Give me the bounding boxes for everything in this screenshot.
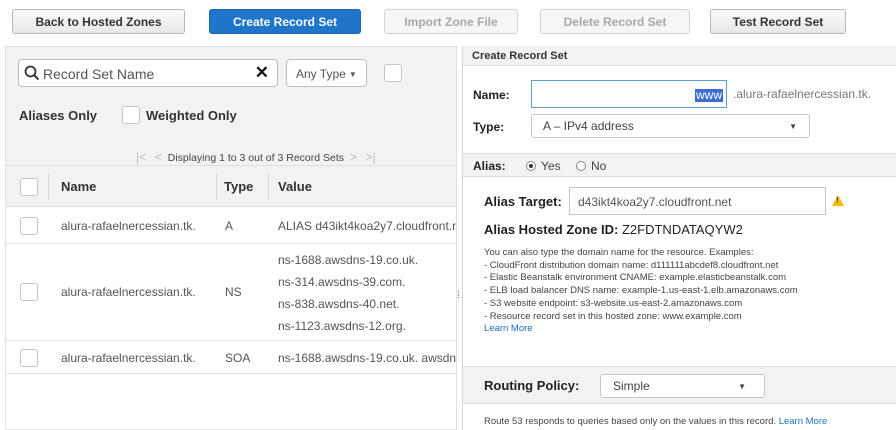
toolbar: Back to Hosted Zones Create Record Set I… [0,0,896,42]
row-value-line: ns-838.awsdns-40.net. [278,297,400,311]
alias-no-radio[interactable] [576,161,586,171]
hosted-zone-label: Alias Hosted Zone ID: [484,222,619,237]
column-divider [48,174,49,200]
hosted-zone-value: Z2FDTNDATAQYW2 [621,222,743,237]
row-value: ns-1688.awsdns-19.co.uk. ns-314.awsdns-3… [278,249,418,337]
name-field[interactable]: www [531,80,727,108]
select-all-checkbox[interactable] [20,178,38,196]
alias-bar: Alias: Yes No [463,153,896,177]
routing-note-text: Route 53 responds to queries based only … [484,416,777,427]
search-input[interactable]: Record Set Name [43,66,154,82]
row-value: ALIAS d43ikt4koa2y7.cloudfront.net [278,219,457,233]
record-type-value: Any Type [296,67,346,81]
table-row[interactable]: alura-rafaelnercessian.tk. NS ns-1688.aw… [6,244,456,341]
panel-splitter-handle[interactable]: ⁞ [457,290,460,301]
record-type-select[interactable]: Any Type ▼ [286,59,367,87]
row-value: ns-1688.awsdns-19.co.uk. awsdns-hostmast… [278,351,457,365]
name-label: Name: [473,88,510,102]
row-value-line: ns-1123.awsdns-12.org. [278,319,406,333]
type-label: Type: [473,120,505,134]
help-line: You can also type the domain name for th… [484,247,754,258]
import-zone-file-button[interactable]: Import Zone File [384,9,518,34]
help-line: - ELB load balancer DNS name: example-1.… [484,285,798,297]
panel-title: Create Record Set [472,50,568,62]
routing-note: Route 53 responds to queries based only … [484,416,827,427]
row-type: NS [225,285,242,299]
help-line: - Resource record set in this hosted zon… [484,310,742,322]
column-header-name[interactable]: Name [61,179,96,194]
filter-area: Record Set Name ✕ Any Type ▼ Aliases Only… [6,47,456,165]
create-record-set-panel: Create Record Set Name: www .alura-rafae… [462,46,896,430]
routing-policy-bar: Routing Policy: Simple ▼ [463,366,896,404]
weighted-only-label: Weighted Only [146,108,237,123]
chevron-down-icon: ▼ [348,70,357,79]
chevron-down-icon: ▼ [738,382,746,391]
prev-page-icon[interactable]: < [155,150,162,164]
alias-target-value: d43ikt4koa2y7.cloudfront.net [578,195,732,209]
pager-text: Displaying 1 to 3 out of 3 Record Sets [167,152,345,164]
hosted-zone-id: Alias Hosted Zone ID: Z2FDTNDATAQYW2 [484,222,743,237]
filter-extra-checkbox[interactable] [384,64,402,82]
row-checkbox[interactable] [20,349,38,367]
create-record-set-button[interactable]: Create Record Set [209,9,361,34]
row-type: SOA [225,351,251,365]
record-sets-panel: Record Set Name ✕ Any Type ▼ Aliases Only… [5,46,457,430]
column-divider [268,174,269,200]
table-header: Name Type Value [6,165,456,207]
row-value-line: ns-314.awsdns-39.com. [278,275,406,289]
domain-suffix: .alura-rafaelnercessian.tk. [733,87,872,101]
alias-target-label: Alias Target: [484,194,562,209]
help-line: - CloudFront distribution domain name: d… [484,259,779,271]
clear-search-icon[interactable]: ✕ [255,63,269,83]
table-row[interactable]: alura-rafaelnercessian.tk. SOA ns-1688.a… [6,341,457,374]
help-line: - Elastic Beanstalk environment CNAME: e… [484,272,787,284]
column-header-value[interactable]: Value [278,179,312,194]
table-row[interactable]: alura-rafaelnercessian.tk. A ALIAS d43ik… [6,207,457,244]
column-header-type[interactable]: Type [224,179,253,194]
column-divider [216,174,217,200]
record-type-dropdown-value: A – IPv4 address [543,119,634,133]
row-type: A [225,219,234,233]
weighted-only-checkbox[interactable] [122,106,140,124]
test-record-set-button[interactable]: Test Record Set [710,9,846,34]
routing-policy-dropdown[interactable]: Simple ▼ [600,374,765,398]
help-line: - S3 website endpoint: s3-website.us-eas… [484,297,743,309]
chevron-down-icon: ▼ [789,122,797,131]
row-name: alura-rafaelnercessian.tk. [61,351,196,365]
panel-title-bar: Create Record Set [463,46,896,66]
last-page-icon[interactable]: >| [366,150,376,164]
routing-learn-more-link[interactable]: Learn More [779,416,828,427]
routing-policy-value: Simple [613,379,650,393]
alias-no-label[interactable]: No [591,159,606,173]
alias-yes-radio[interactable] [526,161,536,171]
row-name: alura-rafaelnercessian.tk. [61,219,196,233]
search-icon [24,65,40,81]
routing-policy-label: Routing Policy: [484,378,580,393]
learn-more-link[interactable]: Learn More [484,323,798,336]
first-page-icon[interactable]: |< [136,150,146,164]
alias-yes-label[interactable]: Yes [541,159,561,173]
warning-icon [832,195,844,206]
alias-label: Alias: [473,159,506,173]
next-page-icon[interactable]: > [350,150,357,164]
alias-help-text: You can also type the domain name for th… [484,247,798,336]
alias-target-field[interactable]: d43ikt4koa2y7.cloudfront.net [569,187,826,215]
record-set-search-box[interactable]: Record Set Name ✕ [18,59,278,87]
record-type-dropdown[interactable]: A – IPv4 address ▼ [531,114,810,138]
row-value-line: ns-1688.awsdns-19.co.uk. [278,253,419,267]
name-field-value: www [695,88,723,102]
row-checkbox[interactable] [20,283,38,301]
row-checkbox[interactable] [20,217,38,235]
back-to-hosted-zones-button[interactable]: Back to Hosted Zones [12,9,185,34]
delete-record-set-button[interactable]: Delete Record Set [540,9,690,34]
pagination: |< < Displaying 1 to 3 out of 3 Record S… [136,150,376,164]
row-name: alura-rafaelnercessian.tk. [61,285,196,299]
aliases-only-label: Aliases Only [19,108,98,123]
